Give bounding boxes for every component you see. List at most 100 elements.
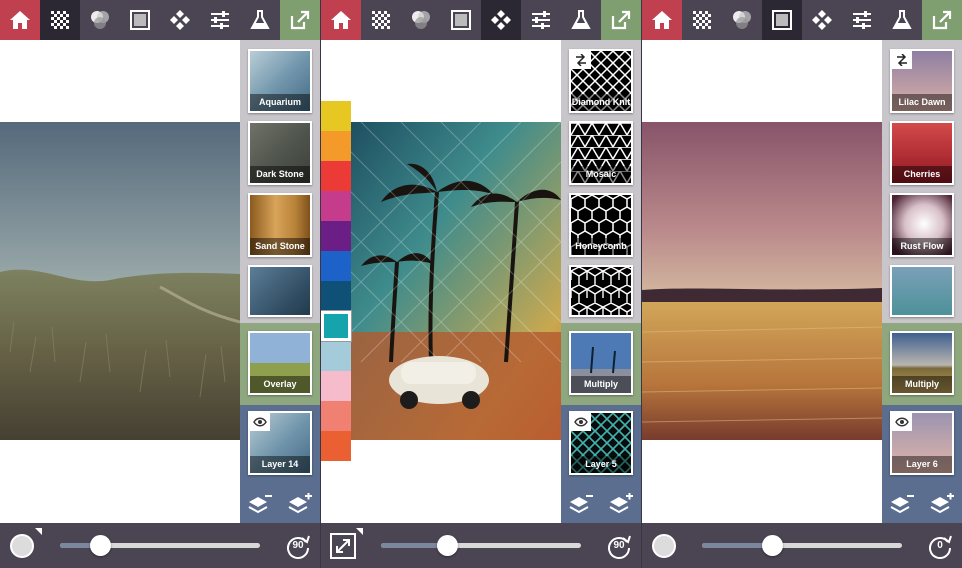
- export-button[interactable]: [922, 0, 962, 40]
- home-button[interactable]: [0, 0, 40, 40]
- swap-icon[interactable]: [571, 51, 591, 69]
- color-swatch[interactable]: [321, 101, 351, 131]
- adjust-tool-button[interactable]: [842, 0, 882, 40]
- rotate-button[interactable]: 90: [284, 532, 312, 560]
- canvas-area[interactable]: [321, 40, 561, 523]
- opacity-slider[interactable]: [702, 535, 902, 556]
- opacity-slider-knob[interactable]: [437, 535, 458, 556]
- photo-dunes[interactable]: [0, 122, 240, 440]
- add-layer-button[interactable]: [285, 489, 315, 519]
- color-swatch[interactable]: [321, 310, 352, 342]
- color-swatch[interactable]: [321, 221, 351, 251]
- eye-icon[interactable]: [892, 413, 912, 431]
- rotate-button[interactable]: 90: [605, 532, 633, 560]
- opacity-slider-knob[interactable]: [90, 535, 111, 556]
- canvas-area[interactable]: [642, 40, 882, 523]
- color-swatch[interactable]: [321, 131, 351, 161]
- geometry-tool-button[interactable]: [160, 0, 200, 40]
- diamond-grid-icon: [170, 10, 190, 30]
- photo-field[interactable]: [642, 122, 882, 440]
- filter-tool-button[interactable]: [561, 0, 601, 40]
- gradient-tool-button[interactable]: [120, 0, 160, 40]
- home-button[interactable]: [321, 0, 361, 40]
- current-layer-thumb[interactable]: Layer 5: [569, 411, 633, 475]
- texture-thumb-blue-stone[interactable]: [248, 265, 312, 317]
- add-layer-button[interactable]: [927, 489, 957, 519]
- current-layer-thumb[interactable]: Layer 14: [248, 411, 312, 475]
- eye-icon[interactable]: [250, 413, 270, 431]
- texture-tool-button[interactable]: [682, 0, 722, 40]
- opacity-slider[interactable]: [381, 535, 581, 556]
- remove-layer-button[interactable]: [245, 489, 275, 519]
- export-button[interactable]: [601, 0, 641, 40]
- opacity-slider-knob[interactable]: [762, 535, 783, 556]
- color-swatch[interactable]: [321, 341, 351, 371]
- texture-thumb-dark-stone[interactable]: Dark Stone: [248, 121, 312, 185]
- pattern-label: Diamond Knit: [571, 94, 631, 111]
- adjust-tool-button[interactable]: [200, 0, 240, 40]
- pattern-thumb-diamond-knit[interactable]: Diamond Knit: [569, 49, 633, 113]
- color-swatch[interactable]: [321, 251, 351, 281]
- gradient-thumb-rust-flow[interactable]: Rust Flow: [890, 193, 954, 257]
- color-swatch[interactable]: [321, 401, 351, 431]
- fit-mode-button[interactable]: [329, 528, 363, 560]
- pattern-thumb-honeycomb[interactable]: Honeycomb: [569, 193, 633, 257]
- photo-palm-street[interactable]: [321, 122, 561, 440]
- texture-tool-button[interactable]: [40, 0, 80, 40]
- layers-minus-icon: [890, 495, 914, 514]
- blend-mode-thumb[interactable]: Overlay: [248, 331, 312, 395]
- blend-mode-label: Overlay: [250, 376, 310, 393]
- gradient-thumb-teal[interactable]: [890, 265, 954, 317]
- home-button[interactable]: [642, 0, 682, 40]
- texture-thumb-aquarium[interactable]: Aquarium: [248, 49, 312, 113]
- gradient-tool-button[interactable]: [441, 0, 481, 40]
- pattern-list: Diamond Knit Mosaic Honeycomb: [561, 40, 641, 323]
- layers-minus-icon: [569, 495, 593, 514]
- add-layer-button[interactable]: [606, 489, 636, 519]
- gradient-tool-button[interactable]: [762, 0, 802, 40]
- sliders-icon: [532, 11, 550, 29]
- texture-thumb-sand-stone[interactable]: Sand Stone: [248, 193, 312, 257]
- texture-mode-button[interactable]: [8, 528, 42, 560]
- texture-mode-button[interactable]: [650, 532, 678, 560]
- remove-layer-button[interactable]: [887, 489, 917, 519]
- filter-tool-button[interactable]: [882, 0, 922, 40]
- blend-mode-section: Multiply: [561, 323, 641, 405]
- home-icon: [10, 11, 30, 29]
- pattern-thumb-cubes[interactable]: [569, 265, 633, 317]
- geometry-tool-button[interactable]: [481, 0, 521, 40]
- sliders-icon: [211, 11, 229, 29]
- diamond-grid-icon: [812, 10, 832, 30]
- swap-icon[interactable]: [892, 51, 912, 69]
- geometry-tool-button[interactable]: [802, 0, 842, 40]
- layer-panel: Lilac Dawn Cherries Rust Flow Multiply L…: [882, 40, 962, 523]
- blend-tool-button[interactable]: [401, 0, 441, 40]
- blend-tool-button[interactable]: [722, 0, 762, 40]
- color-swatch[interactable]: [321, 371, 351, 401]
- color-swatch[interactable]: [321, 191, 351, 221]
- texture-tool-button[interactable]: [361, 0, 401, 40]
- corner-indicator: [356, 528, 363, 535]
- canvas-area[interactable]: [0, 40, 240, 523]
- blend-mode-thumb[interactable]: Multiply: [890, 331, 954, 395]
- export-button[interactable]: [280, 0, 320, 40]
- gradient-thumb-cherries[interactable]: Cherries: [890, 121, 954, 185]
- rotate-button[interactable]: 0: [926, 532, 954, 560]
- eye-icon[interactable]: [571, 413, 591, 431]
- remove-layer-button[interactable]: [566, 489, 596, 519]
- color-swatch[interactable]: [321, 281, 351, 311]
- opacity-slider[interactable]: [60, 535, 260, 556]
- sliders-icon: [853, 11, 871, 29]
- pattern-thumb-mosaic[interactable]: Mosaic: [569, 121, 633, 185]
- adjust-tool-button[interactable]: [521, 0, 561, 40]
- color-swatch[interactable]: [321, 431, 351, 461]
- blend-mode-thumb[interactable]: Multiply: [569, 331, 633, 395]
- blend-tool-button[interactable]: [80, 0, 120, 40]
- filter-tool-button[interactable]: [240, 0, 280, 40]
- color-swatch[interactable]: [321, 161, 351, 191]
- layer-panel: Diamond Knit Mosaic Honeycomb Multiply L…: [561, 40, 641, 523]
- top-toolbar: [642, 0, 962, 40]
- current-layer-thumb[interactable]: Layer 6: [890, 411, 954, 475]
- export-icon: [290, 10, 310, 30]
- gradient-thumb-lilac-dawn[interactable]: Lilac Dawn: [890, 49, 954, 113]
